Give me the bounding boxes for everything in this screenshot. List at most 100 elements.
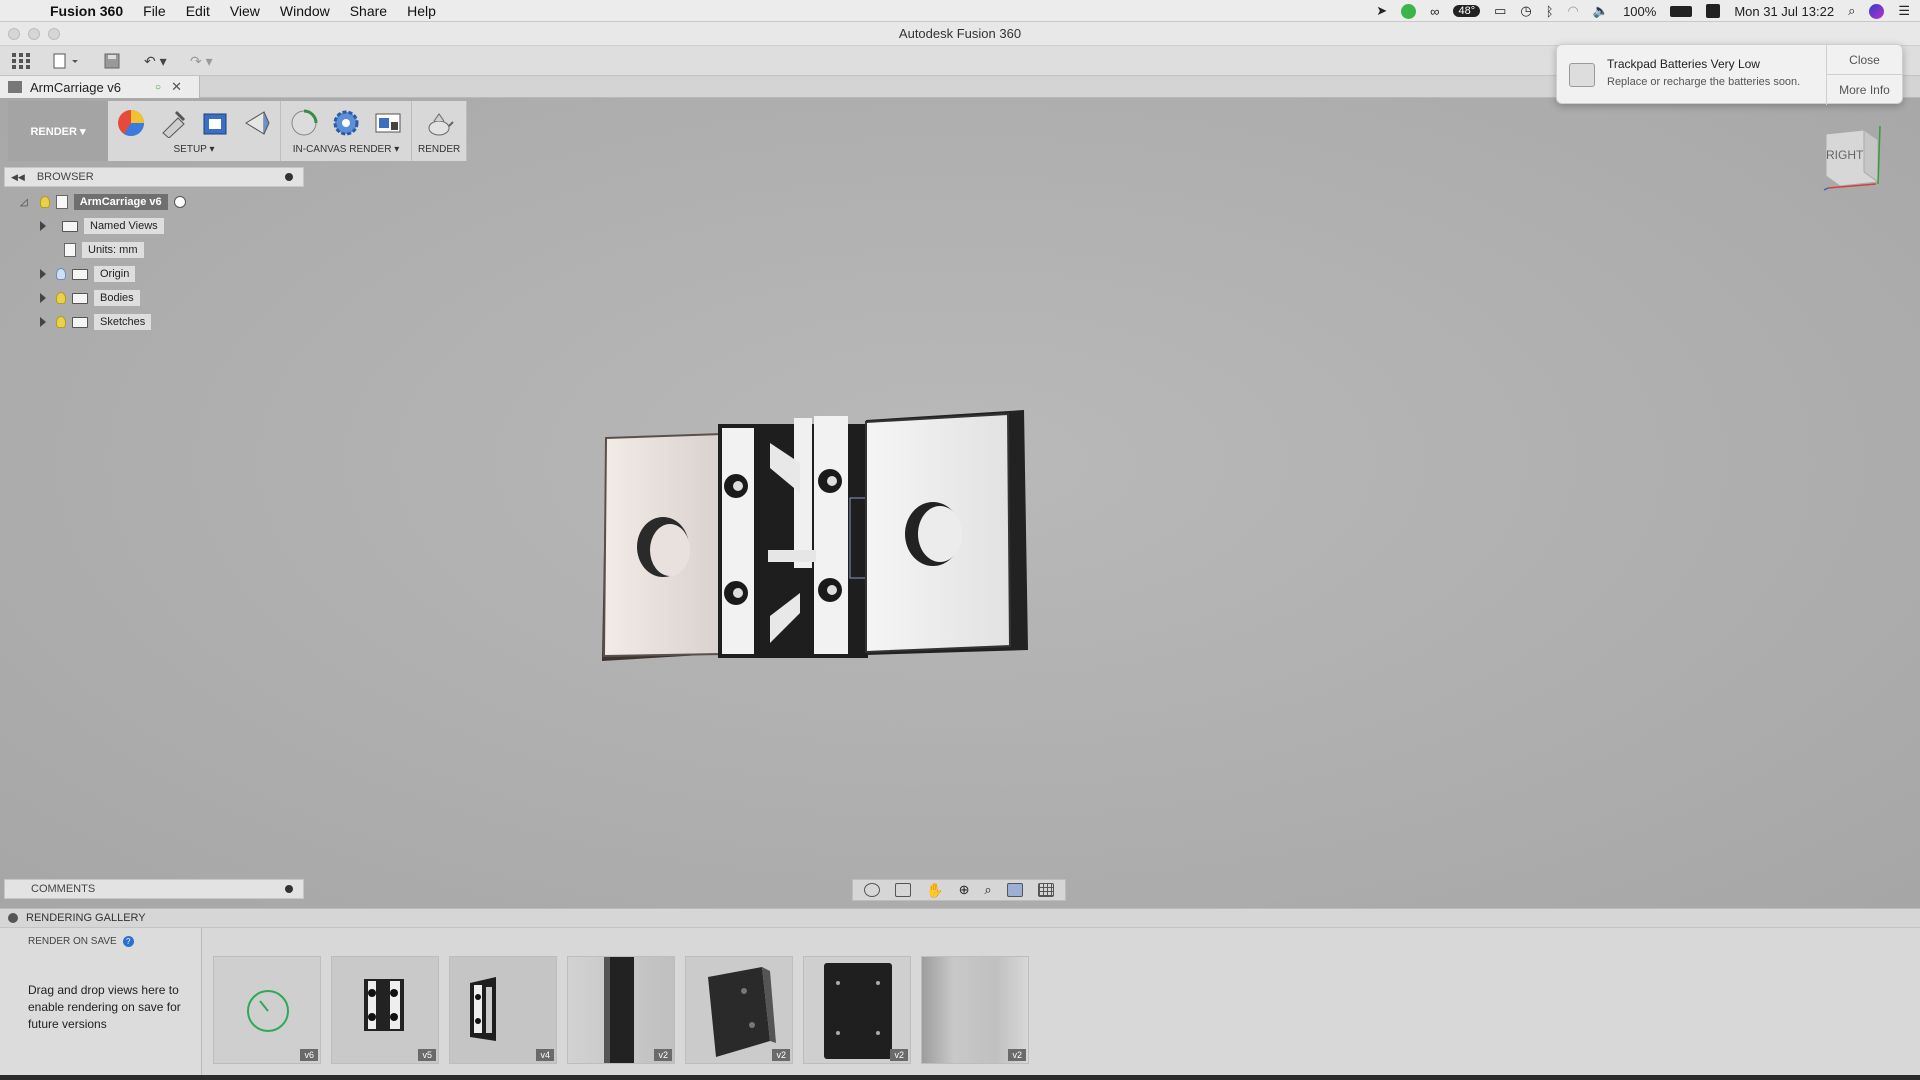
browser-root-row[interactable]: ◿ ArmCarriage v6 [4,190,304,214]
rendering-gallery-header[interactable]: RENDERING GALLERY [0,908,1920,928]
redo-icon[interactable]: ↷ ▾ [190,51,213,71]
render-group[interactable]: RENDER [412,101,468,161]
time-machine-icon[interactable]: ◷ [1520,3,1531,19]
activate-radio-icon[interactable] [173,196,186,208]
browser-root-label[interactable]: ArmCarriage v6 [73,194,168,210]
tree-item-label[interactable]: Bodies [94,290,140,306]
app-menu[interactable]: Fusion 360 [40,3,133,19]
notification-more-info-button[interactable]: More Info [1827,75,1902,105]
expand-triangle-icon[interactable] [40,317,46,327]
version-badge: v2 [654,1049,672,1061]
spotlight-search-icon[interactable]: ⌕ [1848,3,1855,19]
tree-item-label[interactable]: Origin [94,266,136,282]
undo-icon[interactable]: ↶ ▾ [144,51,167,71]
siri-icon[interactable] [1869,3,1885,19]
in-canvas-render-icon[interactable] [287,106,321,140]
battery-icon[interactable] [1670,5,1693,17]
close-window-button[interactable] [8,28,20,40]
render-label[interactable]: RENDER [418,144,460,155]
zoom-window-button[interactable] [48,28,60,40]
render-teapot-icon[interactable] [422,106,456,140]
location-arrow-icon[interactable]: ➤ [1376,3,1387,19]
browser-header[interactable]: ◀◀ BROWSER [4,167,304,187]
panel-options-icon[interactable] [285,173,293,181]
browser-item-named-views[interactable]: Named Views [4,214,304,238]
menu-file[interactable]: File [133,3,176,19]
menu-share[interactable]: Share [340,3,397,19]
document-tab[interactable]: ArmCarriage v6 ○ ✕ [0,76,200,98]
expand-triangle-icon[interactable] [40,293,46,303]
gallery-collapse-icon[interactable] [8,913,18,923]
comments-options-icon[interactable] [285,885,293,893]
pan-hand-icon[interactable]: ✋ [926,882,943,899]
tree-item-label[interactable]: Units: mm [82,242,144,258]
viewcube[interactable]: RIGHT [1820,124,1888,192]
viewcube-face-label[interactable]: RIGHT [1826,148,1863,162]
gallery-thumbnail-v2-plate[interactable]: v2 [685,956,793,1064]
line-icon[interactable] [1401,3,1417,19]
notification-banner[interactable]: Trackpad Batteries Very Low Replace or r… [1556,44,1903,105]
data-panel-grid-icon[interactable] [12,51,30,71]
file-menu-icon[interactable] [52,51,78,71]
in-canvas-render-group[interactable]: IN-CANVAS RENDER ▾ [281,101,412,161]
collapse-panel-icon[interactable]: ◀◀ [11,172,25,183]
close-tab-icon[interactable]: ✕ [171,79,182,95]
tree-item-label[interactable]: Sketches [94,314,152,330]
display-settings-icon[interactable] [1006,883,1023,897]
visibility-bulb-icon[interactable] [56,316,66,328]
infinity-icon[interactable]: ∞ [1430,4,1439,19]
menu-help[interactable]: Help [397,3,446,19]
scene-settings-icon[interactable] [114,106,148,140]
unsaved-indicator-icon: ○ [155,81,162,93]
browser-item-origin[interactable]: Origin [4,262,304,286]
appearance-icon[interactable] [156,106,190,140]
visibility-bulb-icon[interactable] [56,292,66,304]
look-at-icon[interactable] [895,883,912,897]
help-icon[interactable]: ? [122,936,134,947]
visibility-bulb-icon[interactable] [56,268,66,280]
zoom-icon[interactable]: ⊕ [959,882,970,898]
fit-icon[interactable]: ⌕ [984,882,991,898]
browser-item-bodies[interactable]: Bodies [4,286,304,310]
menu-window[interactable]: Window [270,3,340,19]
input-source-icon[interactable] [1706,4,1721,18]
comments-header[interactable]: COMMENTS [4,879,304,899]
scene-camera-icon[interactable] [198,106,232,140]
bluetooth-icon[interactable]: ᛒ [1546,4,1554,19]
menu-edit[interactable]: Edit [176,3,220,19]
collapse-triangle-icon[interactable]: ◿ [20,197,28,208]
datetime[interactable]: Mon 31 Jul 13:22 [1734,4,1834,19]
in-canvas-render-label[interactable]: IN-CANVAS RENDER ▾ [293,144,400,155]
render-on-save-label: RENDER ON SAVE [28,936,117,947]
expand-triangle-icon[interactable] [40,221,46,231]
browser-item-sketches[interactable]: Sketches [4,310,304,334]
gallery-thumbnail-v2-plate-front[interactable]: v2 [803,956,911,1064]
wifi-icon[interactable]: ◠ [1568,3,1579,19]
capture-image-icon[interactable] [371,106,405,140]
minimize-window-button[interactable] [28,28,40,40]
battery-percent[interactable]: 100% [1623,4,1656,19]
airplay-icon[interactable]: ▭ [1494,3,1506,19]
workspace-switcher[interactable]: RENDER ▾ [8,101,108,161]
browser-item-units[interactable]: Units: mm [4,238,304,262]
texture-map-icon[interactable] [240,106,274,140]
grid-settings-icon[interactable] [1037,883,1054,897]
tree-item-label[interactable]: Named Views [84,218,164,234]
setup-group[interactable]: SETUP ▾ [108,101,281,161]
render-settings-gear-icon[interactable] [329,106,363,140]
setup-group-label[interactable]: SETUP ▾ [174,144,215,155]
menu-view[interactable]: View [220,3,270,19]
gallery-thumbnail-v2-blur[interactable]: v2 [921,956,1029,1064]
temperature-badge[interactable]: 48° [1453,5,1481,17]
notification-close-button[interactable]: Close [1827,45,1902,75]
gallery-thumbnail-v5[interactable]: v5 [331,956,439,1064]
visibility-bulb-icon[interactable] [39,196,50,208]
volume-icon[interactable]: 🔈 [1593,3,1609,19]
orbit-icon[interactable] [864,883,881,897]
expand-triangle-icon[interactable] [40,269,46,279]
gallery-thumbnail-v6[interactable]: v6 [213,956,321,1064]
gallery-thumbnail-v2-bar[interactable]: v2 [567,956,675,1064]
save-icon[interactable] [104,51,120,71]
notification-center-icon[interactable]: ☰ [1898,3,1910,19]
gallery-thumbnail-v4[interactable]: v4 [449,956,557,1064]
